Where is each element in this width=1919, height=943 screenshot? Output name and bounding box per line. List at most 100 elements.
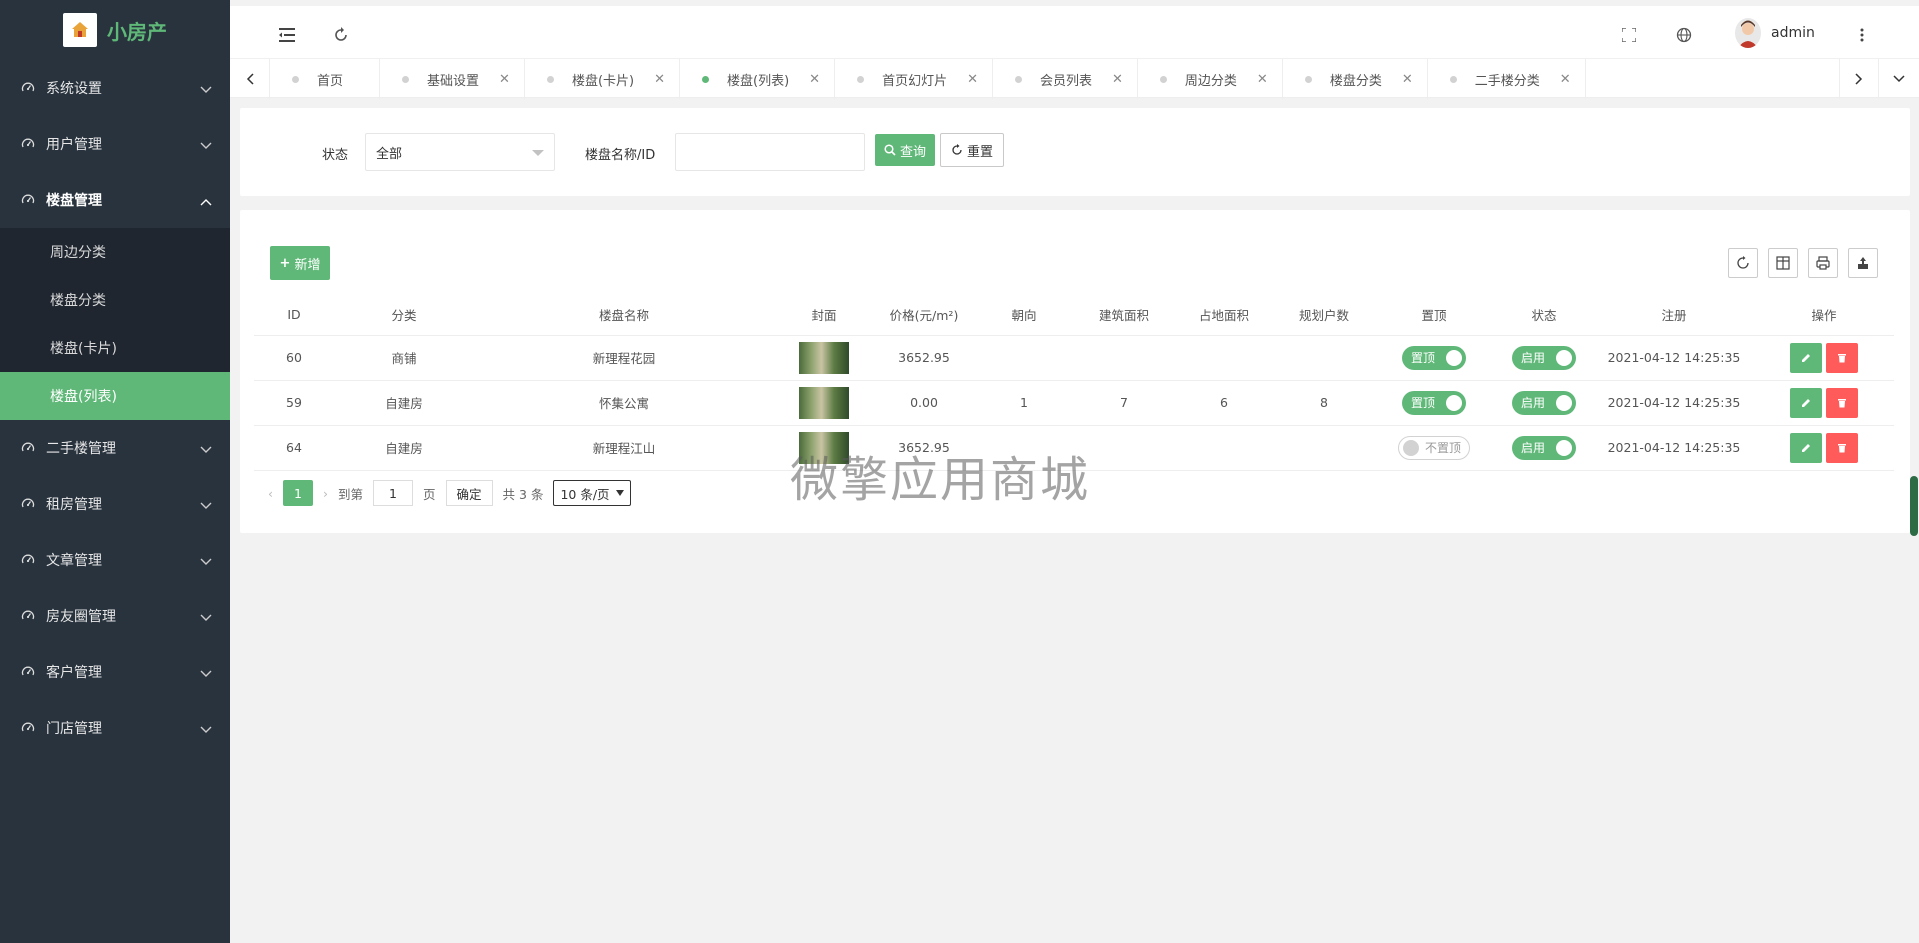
cover-image[interactable] [799, 341, 849, 374]
table-export-button[interactable] [1848, 248, 1878, 278]
trash-icon [1838, 443, 1846, 452]
tab-0[interactable]: 首页 [270, 59, 381, 99]
cell-date: 2021-04-12 14:25:35 [1594, 380, 1754, 426]
tab-dropdown-icon[interactable] [1879, 59, 1919, 99]
cover-image[interactable] [799, 386, 849, 419]
sidebar-item-0[interactable]: 系统设置 [0, 60, 230, 116]
close-icon[interactable]: ✕ [654, 72, 665, 87]
top-toggle[interactable]: 置顶 [1402, 345, 1466, 370]
delete-button[interactable] [1826, 432, 1858, 463]
tab-5[interactable]: 会员列表 ✕ [993, 59, 1138, 99]
tab-label: 基础设置 [427, 73, 480, 89]
sidebar-subitem-2[interactable]: 楼盘(卡片) [0, 324, 230, 372]
more-vertical-icon[interactable] [1853, 26, 1871, 44]
close-icon[interactable]: ✕ [499, 72, 510, 87]
toggle-knob [1446, 394, 1462, 411]
reset-button[interactable]: 重置 [940, 133, 1004, 167]
sidebar-subitem-0[interactable]: 周边分类 [0, 228, 230, 276]
tab-3[interactable]: 楼盘(列表) ✕ [680, 59, 836, 99]
close-icon[interactable]: ✕ [1402, 72, 1413, 87]
table-columns-button[interactable] [1768, 248, 1798, 278]
cover-cell [774, 380, 874, 426]
sidebar-item-8[interactable]: 门店管理 [0, 700, 230, 756]
close-icon[interactable]: ✕ [809, 72, 820, 87]
edit-button[interactable] [1790, 342, 1822, 373]
table-refresh-button[interactable] [1728, 248, 1758, 278]
name-label: 楼盘名称/ID [585, 148, 656, 163]
cell-land_area: 6 [1174, 380, 1274, 426]
tab-2[interactable]: 楼盘(卡片) ✕ [525, 59, 680, 99]
tab-next-icon[interactable] [1839, 59, 1879, 99]
cell-price: 3652.95 [874, 335, 974, 381]
top-toggle[interactable]: 置顶 [1402, 390, 1466, 415]
chevron-up-icon [200, 194, 212, 210]
close-icon[interactable]: ✕ [967, 72, 978, 87]
sidebar-item-2[interactable]: 楼盘管理 [0, 172, 230, 228]
cell-category: 商铺 [334, 335, 474, 381]
cell-build_area [1074, 335, 1174, 381]
tab-7[interactable]: 楼盘分类 ✕ [1283, 59, 1428, 99]
tab-8[interactable]: 二手楼分类 ✕ [1428, 59, 1586, 99]
tab-6[interactable]: 周边分类 ✕ [1138, 59, 1283, 99]
name-id-input[interactable] [675, 133, 865, 171]
sidebar-item-7[interactable]: 客户管理 [0, 644, 230, 700]
chevron-down-icon [615, 490, 624, 496]
chevron-down-icon [200, 666, 212, 682]
pager-confirm-button[interactable]: 确定 [445, 480, 493, 506]
status-cell: 启用 [1494, 335, 1594, 381]
refresh-icon[interactable] [332, 26, 350, 44]
user-menu[interactable]: admin [1735, 18, 1815, 48]
fullscreen-icon[interactable] [1620, 26, 1638, 44]
tab-1[interactable]: 基础设置 ✕ [380, 59, 525, 99]
pager-size-select[interactable]: 10 条/页 [553, 480, 631, 506]
pager-goto-input[interactable]: 1 [373, 480, 414, 506]
tab-dot-icon [1449, 75, 1457, 83]
tab-4[interactable]: 首页幻灯片 ✕ [835, 59, 993, 99]
query-button[interactable]: 查询 [875, 134, 935, 166]
sidebar-item-label: 楼盘管理 [46, 193, 102, 209]
sidebar-subitem-3[interactable]: 楼盘(列表) [0, 372, 230, 420]
add-button[interactable]: + 新增 [270, 246, 330, 280]
edit-button[interactable] [1790, 387, 1822, 418]
tab-dot-icon [1159, 75, 1167, 83]
tab-label: 周边分类 [1184, 73, 1237, 89]
tab-dot-icon [1304, 75, 1312, 83]
delete-button[interactable] [1826, 387, 1858, 418]
actions-cell [1754, 380, 1894, 426]
table-body: 60 商铺 新理程花园 3652.95 置顶 启用 2021-04-12 14:25:35 5… [254, 335, 1894, 471]
column-header-9: 置顶 [1374, 295, 1494, 336]
pager-current-page[interactable]: 1 [283, 480, 313, 506]
status-toggle[interactable]: 启用 [1512, 345, 1576, 370]
top-toggle[interactable]: 不置顶 [1398, 435, 1470, 460]
close-icon[interactable]: ✕ [1257, 72, 1268, 87]
pager-prev-icon[interactable]: ‹ [268, 486, 273, 501]
sidebar-item-5[interactable]: 文章管理 [0, 532, 230, 588]
close-icon[interactable]: ✕ [1112, 72, 1123, 87]
pager-next-icon[interactable]: › [323, 486, 328, 501]
globe-icon[interactable] [1675, 26, 1693, 44]
plus-icon: + [279, 255, 291, 271]
cover-image[interactable] [799, 431, 849, 464]
sidebar-item-4[interactable]: 租房管理 [0, 476, 230, 532]
status-toggle[interactable]: 启用 [1512, 435, 1576, 460]
sidebar-item-1[interactable]: 用户管理 [0, 116, 230, 172]
dashboard-icon [20, 552, 36, 568]
menu-fold-icon[interactable] [278, 26, 296, 44]
delete-button[interactable] [1826, 342, 1858, 373]
close-icon[interactable]: ✕ [1560, 72, 1571, 87]
logo[interactable]: 小房产 [0, 0, 230, 60]
tab-prev-icon[interactable] [230, 59, 270, 99]
sidebar-item-6[interactable]: 房友圈管理 [0, 588, 230, 644]
status-select[interactable]: 全部 [365, 133, 555, 171]
status-toggle[interactable]: 启用 [1512, 390, 1576, 415]
cell-name: 怀集公寓 [474, 380, 774, 426]
dashboard-icon [20, 440, 36, 456]
cell-orientation [974, 425, 1074, 471]
table-print-button[interactable] [1808, 248, 1838, 278]
edit-button[interactable] [1790, 432, 1822, 463]
pencil-icon [1802, 353, 1810, 362]
sidebar-subitem-1[interactable]: 楼盘分类 [0, 276, 230, 324]
data-table: ID 分类 楼盘名称 封面 价格(元/m²) 朝向 建筑面积 占地面积 规划户数 置顶 状态 注册 操作… [254, 295, 1894, 471]
sidebar-item-3[interactable]: 二手楼管理 [0, 420, 230, 476]
scrollbar[interactable] [1910, 476, 1918, 536]
